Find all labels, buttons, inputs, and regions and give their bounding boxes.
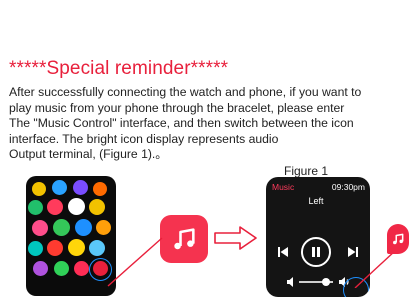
app-icon[interactable] [28, 241, 43, 256]
previous-track-icon [278, 247, 288, 257]
watch-home-screen [26, 176, 116, 296]
instruction-paragraph: After successfully connecting the watch … [9, 85, 413, 163]
next-track-button[interactable] [344, 243, 362, 261]
app-icon[interactable] [28, 200, 43, 215]
app-icon[interactable] [68, 198, 85, 215]
music-note-icon [393, 233, 404, 245]
app-icon[interactable] [32, 182, 46, 196]
paragraph-line: Output terminal, (Figure 1).。 [9, 147, 168, 162]
app-icon[interactable] [96, 220, 111, 235]
reminder-title: *****Special reminder***** [9, 58, 229, 79]
paragraph-line: After successfully connecting the watch … [9, 85, 362, 99]
paragraph-line: The "Music Control" interface, and then … [9, 116, 354, 131]
figure-caption: Figure 1 [284, 164, 329, 178]
music-note-icon [174, 228, 195, 250]
app-icon[interactable] [47, 240, 63, 256]
previous-track-button[interactable] [274, 243, 292, 261]
watch-status-bar: Music 09:30pm [270, 180, 365, 192]
volume-low-icon [287, 277, 293, 287]
music-app-highlight [89, 258, 112, 281]
music-app-icon-large[interactable] [160, 215, 208, 263]
paragraph-line: play music from your phone through the b… [9, 100, 345, 115]
app-icon[interactable] [73, 180, 88, 195]
app-icon[interactable] [54, 261, 69, 276]
app-icon[interactable] [47, 199, 63, 215]
play-pause-icon [312, 247, 320, 257]
app-icon[interactable] [89, 199, 105, 215]
app-icon[interactable] [52, 180, 67, 195]
phone-output-highlight [343, 277, 369, 297]
play-pause-button[interactable] [301, 237, 331, 267]
app-icon[interactable] [74, 261, 89, 276]
audio-channel-label: Left [308, 196, 324, 206]
app-icon[interactable] [32, 220, 48, 236]
watch-app-label: Music [272, 182, 295, 192]
paragraph-line: interface. The bright icon display repre… [9, 131, 279, 146]
app-icon[interactable] [33, 261, 48, 276]
volume-slider-knob[interactable] [322, 278, 331, 286]
watch-time: 09:30pm [331, 182, 365, 192]
app-icon[interactable] [53, 219, 70, 236]
app-icon[interactable] [68, 239, 85, 256]
right-arrow-icon [214, 226, 257, 250]
app-icon[interactable] [93, 182, 107, 196]
app-icon[interactable] [89, 240, 105, 256]
next-track-icon [348, 247, 358, 257]
app-icon[interactable] [75, 219, 92, 236]
phone-output-music-icon[interactable] [387, 224, 409, 254]
watch-music-control-screen: Music 09:30pm Left [266, 177, 370, 297]
